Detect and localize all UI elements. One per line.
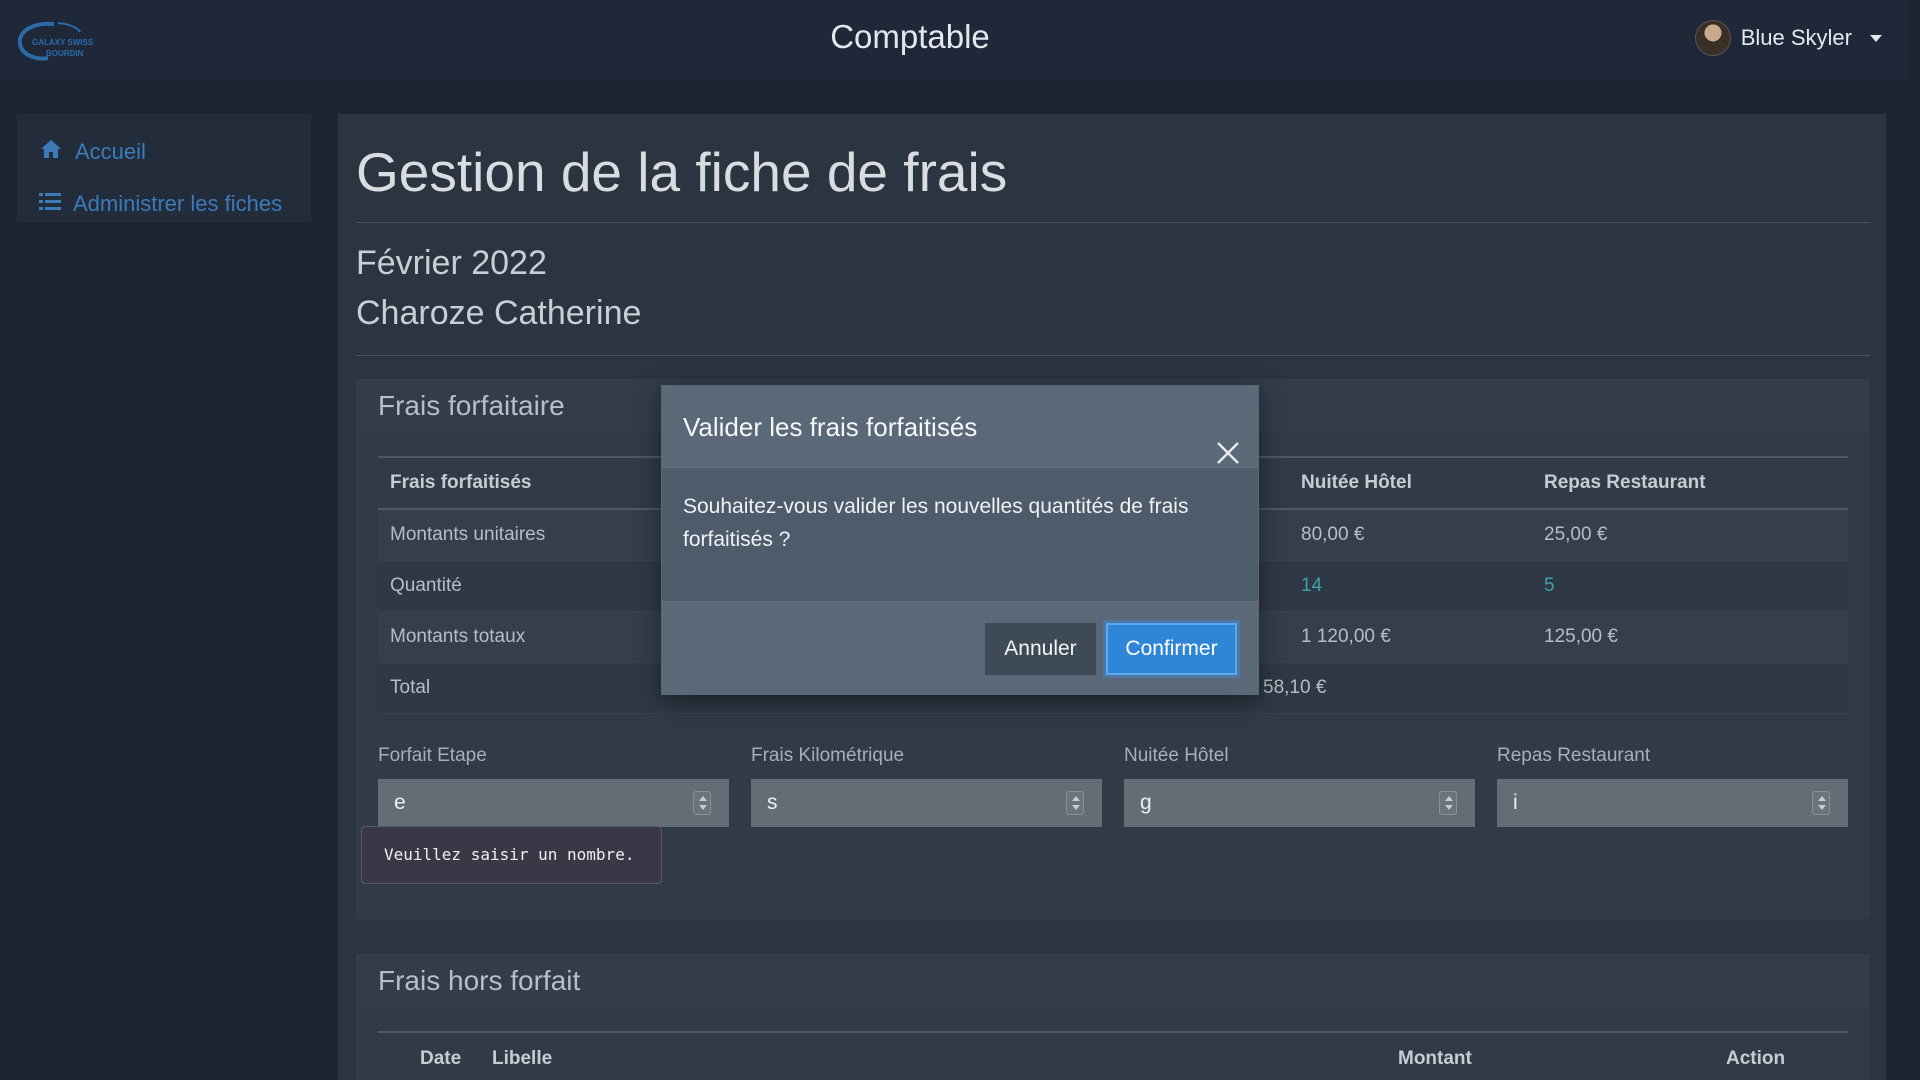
confirm-button[interactable]: Confirmer xyxy=(1106,623,1237,675)
modal-footer: Annuler Confirmer xyxy=(662,601,1258,695)
modal-title: Valider les frais forfaitisés xyxy=(683,412,978,442)
modal-header: Valider les frais forfaitisés xyxy=(662,386,1258,468)
confirm-modal: Valider les frais forfaitisés Souhaitez-… xyxy=(661,385,1259,695)
cancel-button[interactable]: Annuler xyxy=(985,623,1096,675)
scrollbar[interactable] xyxy=(1907,0,1920,1080)
close-icon[interactable] xyxy=(1216,415,1240,464)
modal-body: Souhaitez-vous valider les nouvelles qua… xyxy=(683,495,1189,551)
